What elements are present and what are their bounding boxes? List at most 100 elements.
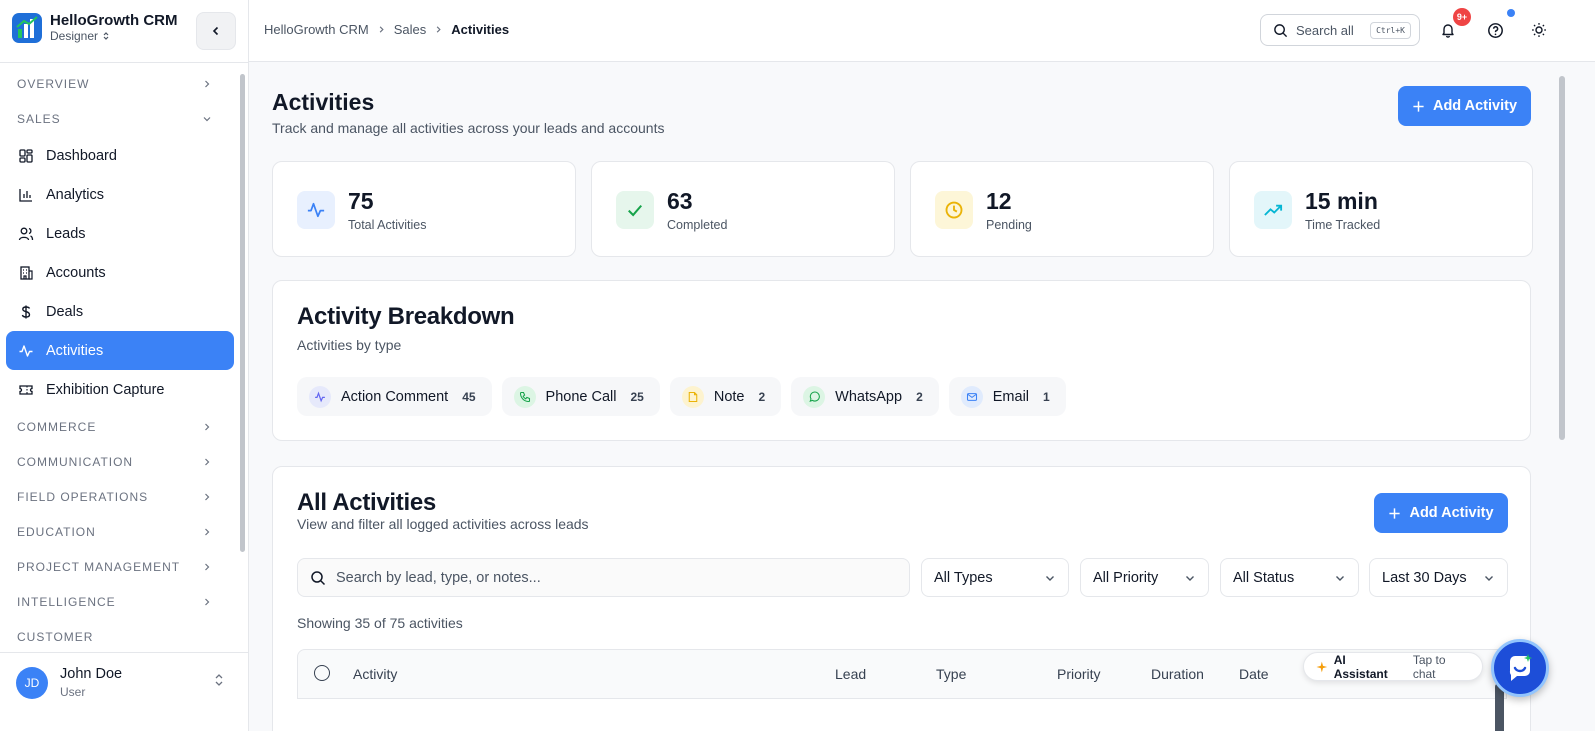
- chevron-right-icon: [205, 528, 210, 535]
- column-header-priority[interactable]: Priority: [1057, 666, 1101, 682]
- activity-search-input[interactable]: Search by lead, type, or notes...: [297, 558, 910, 597]
- select-all-checkbox[interactable]: [314, 665, 330, 681]
- chevron-right-icon: [205, 458, 210, 465]
- stat-card-total: 75 Total Activities: [272, 161, 576, 257]
- sparkle-icon: [1316, 661, 1328, 672]
- sidebar-item-label: Activities: [46, 342, 104, 359]
- chip-action-comment[interactable]: Action Comment 45: [297, 377, 492, 416]
- breadcrumb: HelloGrowth CRM Sales Activities: [264, 22, 509, 37]
- nav-section-label: SALES: [17, 111, 61, 126]
- brand-logo-icon: [12, 12, 42, 43]
- chip-whatsapp[interactable]: WhatsApp 2: [791, 377, 939, 416]
- chevron-right-icon: [437, 26, 441, 33]
- nav-section-label: CUSTOMER: [17, 629, 94, 644]
- global-search-button[interactable]: Search all Ctrl+K: [1260, 14, 1420, 46]
- nav-section-customer[interactable]: CUSTOMER: [0, 619, 240, 646]
- column-header-duration[interactable]: Duration: [1151, 666, 1204, 682]
- sidebar-item-accounts[interactable]: Accounts: [6, 253, 234, 292]
- nav-section-field-operations[interactable]: FIELD OPERATIONS: [0, 479, 240, 514]
- activity-icon: [19, 344, 33, 357]
- chip-phone-call[interactable]: Phone Call 25: [501, 377, 660, 416]
- chevrons-up-down-icon: [215, 674, 223, 686]
- chip-note[interactable]: Note 2: [669, 377, 782, 416]
- column-header-activity[interactable]: Activity: [353, 666, 397, 682]
- workspace-role[interactable]: Designer: [50, 29, 178, 43]
- chevron-down-icon: [1485, 575, 1493, 581]
- whatsapp-icon: [803, 385, 826, 408]
- chevron-down-icon: [1046, 575, 1054, 581]
- nav-section-label: INTELLIGENCE: [17, 594, 116, 609]
- all-activities-card: All Activities View and filter all logge…: [272, 466, 1531, 731]
- ai-chat-button[interactable]: [1491, 639, 1549, 697]
- nav-section-intelligence[interactable]: INTELLIGENCE: [0, 584, 240, 619]
- note-icon: [681, 385, 704, 408]
- nav-section-commerce[interactable]: COMMERCE: [0, 409, 240, 444]
- theme-toggle-button[interactable]: [1528, 19, 1550, 41]
- stat-label: Pending: [986, 218, 1032, 232]
- sidebar-scrollbar[interactable]: [240, 74, 245, 552]
- breadcrumb-item[interactable]: HelloGrowth CRM: [264, 22, 369, 37]
- sidebar-item-deals[interactable]: Deals: [6, 292, 234, 331]
- select-value: All Status: [1233, 569, 1295, 586]
- help-button[interactable]: [1484, 19, 1506, 41]
- chip-label: Email: [992, 388, 1030, 405]
- nav-section-communication[interactable]: COMMUNICATION: [0, 444, 240, 479]
- chip-label: WhatsApp: [835, 388, 903, 405]
- add-activity-label: Add Activity: [1432, 98, 1518, 114]
- status-dot: [1507, 9, 1515, 17]
- date-range-filter-select[interactable]: Last 30 Days: [1369, 558, 1508, 597]
- priority-filter-select[interactable]: All Priority: [1080, 558, 1209, 597]
- sidebar-item-label: Leads: [46, 225, 86, 242]
- sidebar-item-label: Accounts: [46, 264, 106, 281]
- chip-label: Note: [713, 388, 745, 405]
- stat-value: 15 min: [1305, 188, 1378, 214]
- sidebar-item-label: Deals: [46, 303, 84, 320]
- chevron-right-icon: [205, 598, 210, 605]
- column-header-type[interactable]: Type: [936, 666, 966, 682]
- nav-section-label: PROJECT MANAGEMENT: [17, 559, 181, 574]
- brand-name: HelloGrowth CRM: [50, 12, 178, 29]
- column-header-lead[interactable]: Lead: [835, 666, 866, 682]
- nav-section-project-management[interactable]: PROJECT MANAGEMENT: [0, 549, 240, 584]
- sidebar-item-activities[interactable]: Activities: [6, 331, 234, 370]
- page-title: Activities: [272, 89, 375, 115]
- nav-section-label: COMMERCE: [17, 419, 97, 434]
- chevron-down-icon: [1186, 575, 1194, 581]
- all-activities-title: All Activities: [297, 489, 436, 516]
- sidebar-item-leads[interactable]: Leads: [6, 214, 234, 253]
- ai-assistant-pill[interactable]: AI Assistant Tap to chat: [1303, 652, 1483, 681]
- chevron-right-icon: [205, 80, 210, 87]
- stat-value: 12: [986, 188, 1012, 214]
- stat-card-pending: 12 Pending: [910, 161, 1214, 257]
- sidebar-item-dashboard[interactable]: Dashboard: [6, 136, 234, 175]
- breadcrumb-item[interactable]: Sales: [394, 22, 427, 37]
- user-menu[interactable]: JD John Doe User: [0, 652, 249, 731]
- sidebar-item-analytics[interactable]: Analytics: [6, 175, 234, 214]
- sidebar-divider: [0, 62, 249, 63]
- nav-section-sales[interactable]: SALES: [0, 101, 240, 136]
- results-count: Showing 35 of 75 activities: [297, 615, 463, 631]
- add-activity-button[interactable]: Add Activity: [1398, 86, 1531, 126]
- stat-card-time-tracked: 15 min Time Tracked: [1229, 161, 1533, 257]
- ticket-icon: [19, 384, 33, 395]
- activity-breakdown-card: Activity Breakdown Activities by type Ac…: [272, 280, 1531, 441]
- sidebar: HelloGrowth CRM Designer OVERVIEW SALES …: [0, 0, 249, 731]
- add-activity-label: Add Activity: [1409, 505, 1494, 521]
- chip-count: 25: [630, 389, 644, 404]
- add-activity-button-secondary[interactable]: Add Activity: [1374, 493, 1508, 533]
- search-icon: [1274, 23, 1288, 37]
- status-filter-select[interactable]: All Status: [1220, 558, 1359, 597]
- brand[interactable]: HelloGrowth CRM Designer: [12, 12, 178, 43]
- nav-section-education[interactable]: EDUCATION: [0, 514, 240, 549]
- collapse-sidebar-button[interactable]: [196, 12, 236, 50]
- stat-value: 63: [667, 188, 693, 214]
- search-placeholder: Search by lead, type, or notes...: [336, 569, 541, 586]
- chat-bot-icon: [1509, 654, 1532, 681]
- sidebar-item-label: Analytics: [46, 186, 105, 203]
- nav-section-overview[interactable]: OVERVIEW: [0, 66, 240, 101]
- column-header-date[interactable]: Date: [1239, 666, 1269, 682]
- main-scrollbar[interactable]: [1559, 76, 1565, 440]
- type-filter-select[interactable]: All Types: [921, 558, 1069, 597]
- sidebar-item-exhibition-capture[interactable]: Exhibition Capture: [6, 370, 234, 409]
- chip-email[interactable]: Email 1: [948, 377, 1066, 416]
